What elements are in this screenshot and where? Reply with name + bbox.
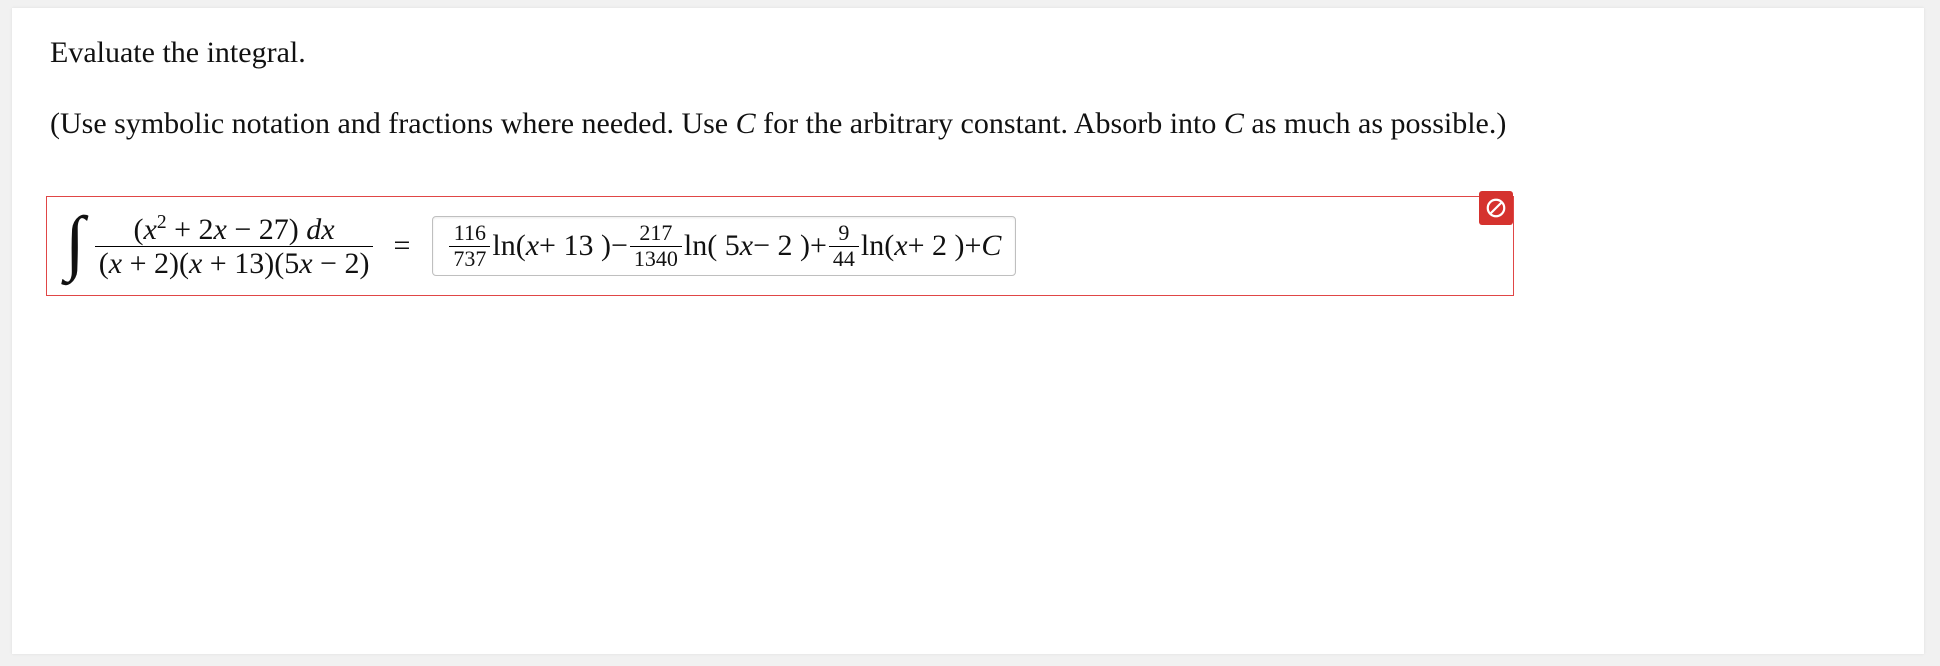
constant-c: C [981,229,1001,263]
numerator: 116 [450,221,490,245]
ln: ln [492,229,515,263]
prompt-fragment: for the arbitrary constant. Absorb into [756,107,1224,140]
ln: ln [684,229,707,263]
text: + 13 ) [539,229,611,263]
var-x: x [189,247,202,280]
exponent: 2 [157,212,167,233]
prompt-line-1: Evaluate the integral. [50,30,1886,77]
prompt-fragment: (Use symbolic notation and fractions whe… [50,107,736,140]
text: ) [289,213,299,246]
text: + 13)(5 [202,247,299,280]
incorrect-icon [1479,191,1513,225]
integral-expression: ∫ (x2 + 2x − 27) dx (x + 2)(x + 13)(5x −… [65,212,426,280]
var-x: x [740,229,753,263]
text: − 2 ) [753,229,810,263]
text: ( 5 [707,229,740,263]
prompt-line-2: (Use symbolic notation and fractions whe… [50,101,1886,148]
plus: + [965,229,982,263]
denominator: 44 [829,246,859,271]
text: − 2) [313,247,370,280]
denominator: 737 [449,246,490,271]
integrand-numerator: (x2 + 2x − 27) dx [130,212,339,246]
equals-sign: = [375,229,426,263]
numerator: 217 [635,221,676,245]
text: ( [134,213,144,246]
coef-1: 116 737 [447,221,492,270]
prompt-fragment: as much as possible.) [1244,107,1506,140]
coef-2: 217 1340 [628,221,684,270]
prompt-constant-c: C [1224,107,1244,140]
prompt-constant-c: C [736,107,756,140]
denominator: 1340 [630,246,682,271]
text: ( [99,247,109,280]
var-x: x [214,213,227,246]
text: 2 [199,213,214,246]
integrand-denominator: (x + 2)(x + 13)(5x − 2) [95,246,374,280]
var-x: x [321,213,334,246]
var-x: x [109,247,122,280]
differential-d: d [306,213,321,246]
text: ( [884,229,894,263]
plus: + [810,229,827,263]
text: + 2 ) [908,229,965,263]
var-x: x [144,213,157,246]
text: + 2)( [122,247,189,280]
integrand-fraction: (x2 + 2x − 27) dx (x + 2)(x + 13)(5x − 2… [93,212,376,280]
var-x: x [894,229,907,263]
text: + [167,213,199,246]
minus: − [611,229,628,263]
numerator: 9 [834,221,853,245]
var-x: x [526,229,539,263]
text: 27 [259,213,289,246]
answer-row: ∫ (x2 + 2x − 27) dx (x + 2)(x + 13)(5x −… [46,196,1514,296]
question-sheet: Evaluate the integral. (Use symbolic not… [12,8,1924,654]
answer-input[interactable]: 116 737 ln (x + 13 ) − 217 1340 ln ( 5x … [432,216,1016,276]
prompt-text: Evaluate the integral. (Use symbolic not… [12,8,1924,147]
coef-3: 9 44 [827,221,861,270]
ln: ln [861,229,884,263]
text: − [227,213,259,246]
var-x: x [299,247,312,280]
text: ( [516,229,526,263]
